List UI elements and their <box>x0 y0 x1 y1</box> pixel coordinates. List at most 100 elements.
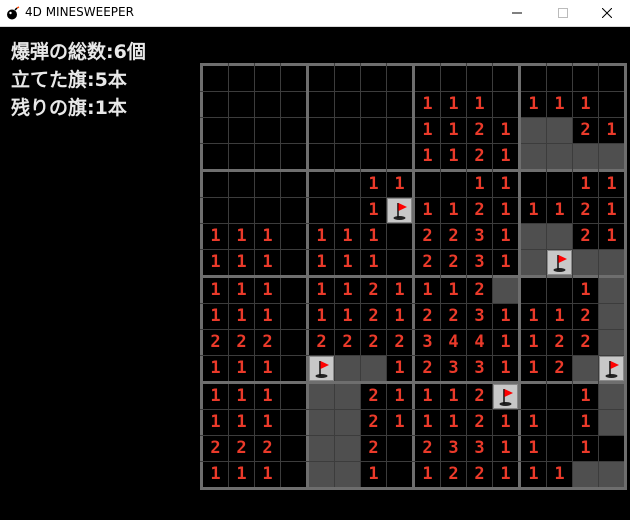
number-cell[interactable]: 1 <box>521 304 546 329</box>
number-cell[interactable]: 2 <box>441 304 466 329</box>
unopened-cell[interactable] <box>309 384 334 409</box>
empty-cell[interactable] <box>281 462 306 487</box>
unopened-cell[interactable] <box>521 224 546 249</box>
number-cell[interactable]: 2 <box>203 330 228 355</box>
number-cell[interactable]: 2 <box>361 436 386 461</box>
number-cell[interactable]: 1 <box>387 384 412 409</box>
empty-cell[interactable] <box>599 66 624 91</box>
number-cell[interactable]: 1 <box>415 144 440 169</box>
number-cell[interactable]: 1 <box>229 224 254 249</box>
empty-cell[interactable] <box>281 356 306 381</box>
number-cell[interactable]: 1 <box>573 436 598 461</box>
empty-cell[interactable] <box>415 66 440 91</box>
empty-cell[interactable] <box>547 410 572 435</box>
number-cell[interactable]: 1 <box>203 250 228 275</box>
empty-cell[interactable] <box>281 278 306 303</box>
number-cell[interactable]: 2 <box>361 384 386 409</box>
number-cell[interactable]: 1 <box>309 224 334 249</box>
empty-cell[interactable] <box>309 144 334 169</box>
number-cell[interactable]: 3 <box>467 250 492 275</box>
number-cell[interactable]: 3 <box>441 356 466 381</box>
number-cell[interactable]: 1 <box>255 304 280 329</box>
empty-cell[interactable] <box>229 144 254 169</box>
empty-cell[interactable] <box>229 92 254 117</box>
number-cell[interactable]: 1 <box>203 304 228 329</box>
number-cell[interactable]: 1 <box>547 198 572 223</box>
number-cell[interactable]: 1 <box>521 410 546 435</box>
empty-cell[interactable] <box>387 118 412 143</box>
number-cell[interactable]: 1 <box>493 172 518 197</box>
number-cell[interactable]: 2 <box>441 224 466 249</box>
number-cell[interactable]: 1 <box>467 92 492 117</box>
unopened-cell[interactable] <box>335 436 360 461</box>
empty-cell[interactable] <box>387 224 412 249</box>
unopened-cell[interactable] <box>361 356 386 381</box>
number-cell[interactable]: 1 <box>441 144 466 169</box>
empty-cell[interactable] <box>573 66 598 91</box>
empty-cell[interactable] <box>203 118 228 143</box>
number-cell[interactable]: 2 <box>547 356 572 381</box>
empty-cell[interactable] <box>335 118 360 143</box>
number-cell[interactable]: 1 <box>229 410 254 435</box>
number-cell[interactable]: 2 <box>573 198 598 223</box>
empty-cell[interactable] <box>281 198 306 223</box>
number-cell[interactable]: 2 <box>361 330 386 355</box>
number-cell[interactable]: 2 <box>361 278 386 303</box>
number-cell[interactable]: 4 <box>467 330 492 355</box>
empty-cell[interactable] <box>361 66 386 91</box>
number-cell[interactable]: 3 <box>467 304 492 329</box>
number-cell[interactable]: 2 <box>229 330 254 355</box>
close-button[interactable] <box>584 0 630 26</box>
number-cell[interactable]: 1 <box>361 198 386 223</box>
flagged-cell[interactable] <box>493 384 518 409</box>
number-cell[interactable]: 1 <box>309 278 334 303</box>
number-cell[interactable]: 2 <box>309 330 334 355</box>
empty-cell[interactable] <box>281 250 306 275</box>
number-cell[interactable]: 2 <box>203 436 228 461</box>
number-cell[interactable]: 1 <box>229 304 254 329</box>
number-cell[interactable]: 1 <box>573 384 598 409</box>
empty-cell[interactable] <box>521 66 546 91</box>
number-cell[interactable]: 2 <box>467 118 492 143</box>
empty-cell[interactable] <box>599 436 624 461</box>
empty-cell[interactable] <box>229 66 254 91</box>
number-cell[interactable]: 1 <box>547 462 572 487</box>
empty-cell[interactable] <box>255 198 280 223</box>
empty-cell[interactable] <box>281 436 306 461</box>
number-cell[interactable]: 1 <box>441 92 466 117</box>
number-cell[interactable]: 1 <box>493 198 518 223</box>
empty-cell[interactable] <box>493 92 518 117</box>
unopened-cell[interactable] <box>547 224 572 249</box>
number-cell[interactable]: 2 <box>415 356 440 381</box>
unopened-cell[interactable] <box>599 250 624 275</box>
number-cell[interactable]: 1 <box>335 224 360 249</box>
number-cell[interactable]: 2 <box>573 224 598 249</box>
number-cell[interactable]: 1 <box>309 304 334 329</box>
number-cell[interactable]: 1 <box>335 250 360 275</box>
number-cell[interactable]: 1 <box>255 356 280 381</box>
number-cell[interactable]: 2 <box>573 330 598 355</box>
empty-cell[interactable] <box>521 278 546 303</box>
number-cell[interactable]: 1 <box>493 356 518 381</box>
number-cell[interactable]: 1 <box>203 356 228 381</box>
empty-cell[interactable] <box>229 118 254 143</box>
number-cell[interactable]: 1 <box>547 304 572 329</box>
number-cell[interactable]: 2 <box>415 304 440 329</box>
number-cell[interactable]: 2 <box>467 462 492 487</box>
number-cell[interactable]: 3 <box>467 356 492 381</box>
number-cell[interactable]: 1 <box>441 118 466 143</box>
number-cell[interactable]: 1 <box>467 172 492 197</box>
unopened-cell[interactable] <box>573 250 598 275</box>
number-cell[interactable]: 1 <box>255 384 280 409</box>
number-cell[interactable]: 1 <box>573 172 598 197</box>
empty-cell[interactable] <box>387 250 412 275</box>
number-cell[interactable]: 1 <box>599 172 624 197</box>
number-cell[interactable]: 2 <box>467 278 492 303</box>
unopened-cell[interactable] <box>599 462 624 487</box>
empty-cell[interactable] <box>309 198 334 223</box>
unopened-cell[interactable] <box>599 384 624 409</box>
number-cell[interactable]: 1 <box>203 224 228 249</box>
empty-cell[interactable] <box>387 462 412 487</box>
number-cell[interactable]: 2 <box>361 410 386 435</box>
unopened-cell[interactable] <box>547 144 572 169</box>
